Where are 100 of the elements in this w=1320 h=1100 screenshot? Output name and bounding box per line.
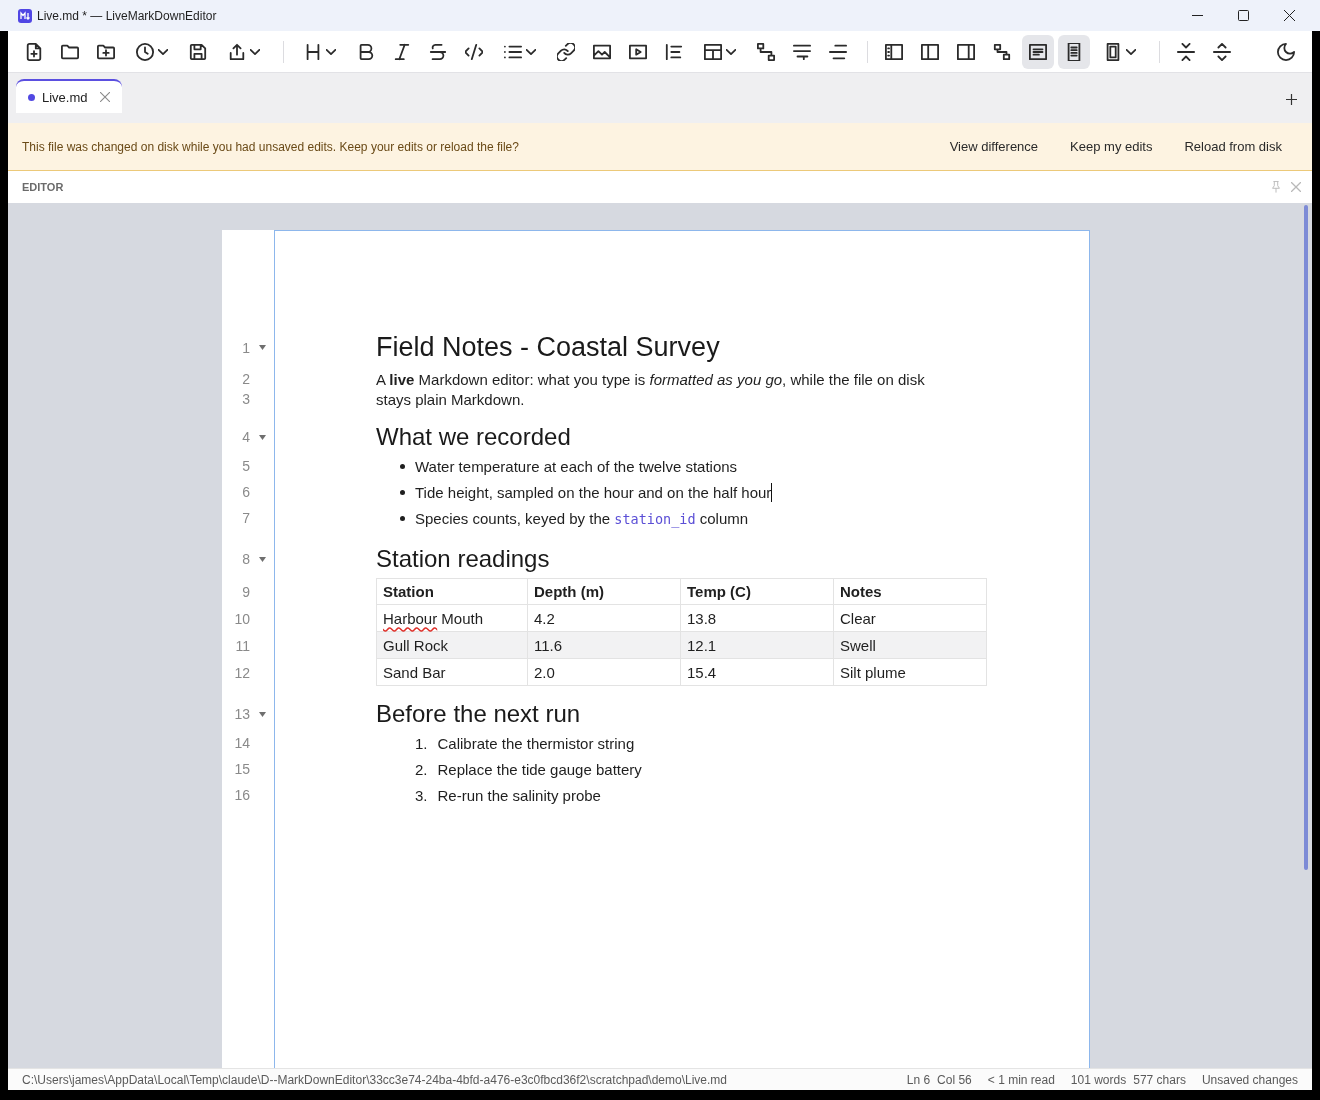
clock-icon	[136, 42, 154, 61]
caret-icon	[250, 48, 260, 55]
caret-icon	[1126, 48, 1136, 55]
close-icon	[99, 92, 110, 102]
table-cell: 2.0	[528, 659, 681, 686]
sidebar-right-icon	[957, 42, 975, 61]
line-number: 8	[242, 551, 250, 567]
table-cell: Sand Bar	[376, 659, 528, 686]
folder-plus-icon	[97, 42, 115, 61]
section-heading: What we recorded	[376, 423, 571, 451]
line-number: 15	[234, 761, 250, 777]
upload-icon	[228, 42, 246, 61]
character-count: 577 chars	[1133, 1072, 1186, 1087]
folder-icon	[61, 42, 79, 61]
line-number: 13	[234, 706, 250, 722]
list-number: 3.	[415, 786, 428, 804]
table-header-cell: Temp (C)	[681, 578, 834, 605]
close-tab-button[interactable]	[99, 92, 110, 102]
line-number: 16	[234, 787, 250, 803]
column-position: Col 56	[937, 1072, 972, 1087]
line-number: 9	[242, 583, 250, 600]
section-heading: Station readings	[376, 545, 550, 573]
save-icon	[189, 42, 207, 61]
columns-icon	[921, 42, 939, 61]
file-path: C:\Users\james\AppData\Local\Temp\claude\D--MarkDownEditor\33cc3e74-24ba-4bfd-a476-e3c0fbcd36f2\scratchpad\demo\Live.md	[22, 1072, 728, 1087]
wrap-lines-icon	[793, 42, 811, 61]
list-item-text: Tide height, sampled on the hour and on the half hour	[415, 483, 772, 501]
table-cell: 11.6	[528, 632, 681, 659]
maximize-icon	[1237, 10, 1249, 21]
section-heading: Before the next run	[376, 700, 581, 728]
fold-caret-icon[interactable]	[258, 345, 266, 350]
new-file-icon	[25, 42, 43, 61]
minimize-icon	[1191, 15, 1203, 16]
caret-icon	[326, 48, 336, 55]
table-cell: Silt plume	[834, 659, 987, 686]
line-number: 12	[234, 664, 250, 681]
save-status: Unsaved changes	[1201, 1072, 1298, 1087]
fold-caret-icon[interactable]	[258, 711, 266, 717]
paragraph-text: A live Markdown editor: what you type is formatted as you go, while the file on disk	[376, 370, 925, 388]
fold-caret-icon[interactable]	[258, 434, 266, 440]
table-header-cell: Depth (m)	[528, 578, 681, 605]
code-icon	[465, 42, 483, 61]
strikethrough-icon	[429, 42, 447, 61]
window-title: Live.md * — LiveMarkDownEditor	[37, 8, 217, 23]
line-number: 3	[242, 391, 250, 407]
title-heading: Field Notes - Coastal Survey	[376, 332, 720, 363]
line-number: 2	[242, 371, 250, 387]
line-number: 7	[242, 510, 250, 526]
line-number: 11	[235, 637, 250, 654]
pin-icon	[1271, 181, 1281, 193]
line-number: 6	[242, 484, 250, 500]
list-number: 1.	[415, 734, 428, 752]
keep-edits-button[interactable]: Keep my edits	[1060, 133, 1163, 160]
page-view-button[interactable]	[1058, 34, 1090, 69]
list-item-text: Replace the tide gauge battery	[437, 760, 642, 778]
document-lines-icon	[1029, 42, 1047, 61]
table-cell: 12.1	[681, 632, 834, 659]
bold-icon	[357, 42, 375, 61]
paragraph-text: stays plain Markdown.	[376, 390, 525, 408]
bullet-icon	[400, 515, 405, 521]
caret-icon	[526, 48, 536, 55]
table-icon	[704, 42, 722, 61]
list-item-text: Water temperature at each of the twelve stations	[415, 457, 738, 475]
app-logo-icon	[18, 8, 32, 23]
line-number: 14	[234, 735, 250, 751]
new-tab-button[interactable]	[1286, 94, 1297, 105]
align-lines-icon	[829, 42, 847, 61]
close-icon	[1291, 182, 1301, 192]
bullet-icon	[400, 463, 405, 469]
document-view-button[interactable]	[1022, 34, 1054, 69]
panel-title: EDITOR	[22, 181, 64, 193]
link-icon	[557, 42, 575, 61]
line-number: 1	[242, 339, 250, 356]
image-icon	[593, 42, 611, 61]
video-icon	[629, 42, 647, 61]
caret-icon	[158, 48, 168, 55]
table-header-cell: Station	[376, 578, 528, 605]
connector-icon	[993, 42, 1011, 61]
reload-button[interactable]: Reload from disk	[1174, 133, 1292, 160]
table-cell: Gull Rock	[376, 632, 528, 659]
list-item-text: Species counts, keyed by the station_id column	[415, 509, 749, 527]
moon-icon	[1277, 42, 1295, 61]
line-number: 10	[234, 610, 250, 627]
file-tab[interactable]: Live.md	[16, 79, 122, 113]
list-item-text: Re-run the salinity probe	[437, 786, 601, 804]
fold-caret-icon[interactable]	[258, 556, 266, 562]
expand-icon	[1213, 42, 1231, 61]
line-position: Ln 6	[906, 1072, 931, 1087]
word-count: 101 words	[1070, 1072, 1127, 1087]
line-number: 5	[242, 458, 250, 474]
reading-time: < 1 min read	[987, 1072, 1055, 1087]
flowchart-icon	[757, 42, 775, 61]
page-icon	[1065, 42, 1083, 61]
italic-icon	[393, 42, 411, 61]
banner-message: This file was changed on disk while you had unsaved edits. Keep your edits or reload the file?	[22, 139, 519, 154]
scrollbar-thumb[interactable]	[1304, 205, 1308, 870]
table-header-cell: Notes	[834, 578, 987, 605]
view-difference-button[interactable]: View difference	[939, 133, 1049, 160]
list-item-text: Calibrate the thermistor string	[437, 734, 635, 752]
caret-icon	[726, 48, 736, 55]
